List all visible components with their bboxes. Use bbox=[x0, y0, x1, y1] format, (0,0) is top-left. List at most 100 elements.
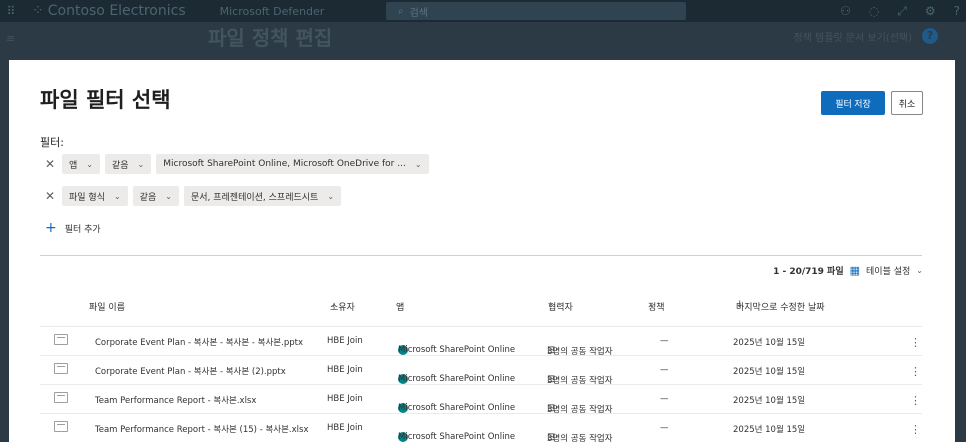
file-name: Team Performance Report - 복사본 (15) - 복사본… bbox=[95, 425, 309, 435]
owner: HBE Join bbox=[327, 365, 363, 375]
table-row[interactable]: Corporate Event Plan - 복사본 - 복사본 (2).ppt… bbox=[40, 355, 922, 386]
filter-row: ✕ 앱 ⌄ 같음 ⌄ Microsoft SharePoint Online, … bbox=[43, 154, 429, 174]
table-row[interactable]: Team Performance Report - 복사본 (15) - 복사본… bbox=[40, 413, 922, 442]
filter-operator-value: 같음 bbox=[139, 192, 157, 203]
question-icon[interactable]: ? bbox=[954, 4, 960, 18]
brand-name: Contoso Electronics bbox=[47, 3, 186, 19]
filter-value-dropdown[interactable]: Microsoft SharePoint Online, Microsoft O… bbox=[156, 154, 429, 174]
search-input[interactable]: ⌕ 검색 bbox=[386, 2, 686, 20]
add-filter-button[interactable]: + 필터 추가 bbox=[45, 220, 101, 236]
chevron-down-icon: ⌄ bbox=[648, 300, 655, 309]
filter-label: 필터: bbox=[40, 136, 64, 149]
filter-row: ✕ 파일 형식 ⌄ 같음 ⌄ 문서, 프레젠테이션, 스프레드시트 ⌄ bbox=[43, 186, 342, 206]
table-header: 파일 이름 ⌄ 소유자 ⌄ 앱 ⌄ 협력자 ⌄ 정책 ⌄ 마지막으로 수정한 날… bbox=[40, 300, 922, 314]
link-icon[interactable]: ⤢ bbox=[897, 4, 907, 19]
chevron-down-icon: ⌄ bbox=[330, 300, 337, 309]
remove-filter-icon[interactable]: ✕ bbox=[43, 189, 57, 203]
file-name: Corporate Event Plan - 복사본 - 복사본 - 복사본.p… bbox=[95, 338, 303, 348]
filter-field-value: 앱 bbox=[69, 160, 78, 171]
people-icon[interactable]: ⚇ bbox=[840, 4, 851, 18]
owner: HBE Join bbox=[327, 394, 363, 404]
table-row[interactable]: Corporate Event Plan - 복사본 - 복사본 - 복사본.p… bbox=[40, 326, 922, 357]
policy: — bbox=[660, 365, 669, 375]
settings-icon[interactable]: ⚙ bbox=[925, 4, 936, 18]
product-name: Microsoft Defender bbox=[219, 4, 325, 18]
filter-value-text: 문서, 프레젠테이션, 스프레드시트 bbox=[190, 192, 319, 203]
search-placeholder: 검색 bbox=[409, 7, 429, 19]
top-icons: ⚇ ◌ ⤢ ⚙ ? bbox=[840, 0, 960, 22]
filter-operator-value: 같음 bbox=[111, 160, 129, 171]
remove-filter-icon[interactable]: ✕ bbox=[43, 157, 57, 171]
file-icon bbox=[54, 363, 68, 374]
modified-date: 2025년 10월 15일 bbox=[733, 367, 806, 377]
table-settings-icon[interactable]: ▦ bbox=[850, 264, 860, 277]
app-name: Microsoft SharePoint Online bbox=[398, 432, 516, 442]
results-toolbar: 1 - 20/719 파일 ▦ 테이블 설정 ⌄ bbox=[773, 264, 923, 277]
table-settings-button[interactable]: 테이블 설정 bbox=[866, 264, 910, 277]
add-filter-label: 필터 추가 bbox=[64, 224, 101, 235]
file-icon bbox=[54, 392, 68, 403]
divider bbox=[40, 255, 922, 256]
file-name: Corporate Event Plan - 복사본 - 복사본 (2).ppt… bbox=[95, 367, 286, 377]
waffle-icon[interactable]: ⠿ bbox=[0, 4, 22, 18]
help-icon: ? bbox=[922, 28, 938, 44]
search-icon: ⌕ bbox=[398, 5, 404, 17]
policy: — bbox=[660, 423, 669, 433]
chevron-down-icon: ⌄ bbox=[327, 191, 335, 201]
dialog-title: 파일 필터 선택 bbox=[40, 88, 171, 112]
file-icon bbox=[54, 421, 68, 432]
app-name: Microsoft SharePoint Online bbox=[398, 374, 516, 384]
chevron-down-icon: ⌄ bbox=[414, 159, 422, 169]
app-name: Microsoft SharePoint Online bbox=[398, 345, 516, 355]
filter-operator-dropdown[interactable]: 같음 ⌄ bbox=[132, 186, 179, 206]
cancel-button[interactable]: 취소 bbox=[891, 91, 923, 115]
modified-date: 2025년 10월 15일 bbox=[733, 425, 806, 435]
filter-field-dropdown[interactable]: 앱 ⌄ bbox=[62, 154, 100, 174]
background-page-title: 파일 정책 편집 bbox=[208, 26, 333, 50]
file-filter-dialog: 파일 필터 선택 필터 저장 취소 필터: ✕ 앱 ⌄ 같음 ⌄ Microso… bbox=[9, 60, 955, 442]
collaborators-text: 3명의 공동 작업자 bbox=[547, 434, 613, 442]
plus-icon: + bbox=[45, 220, 57, 236]
table-row[interactable]: Team Performance Report - 복사본.xlsx HBE J… bbox=[40, 384, 922, 415]
more-options-icon[interactable]: ⋮ bbox=[910, 365, 921, 378]
modified-date: 2025년 10월 15일 bbox=[733, 396, 806, 406]
top-app-bar: ⠿ ⁘ Contoso Electronics Microsoft Defend… bbox=[0, 0, 966, 22]
owner: HBE Join bbox=[327, 336, 363, 346]
brand: ⁘ Contoso Electronics bbox=[32, 3, 186, 19]
hamburger-icon: ≡ bbox=[6, 32, 16, 45]
chevron-down-icon: ⌄ bbox=[113, 191, 121, 201]
overlay-right bbox=[957, 62, 966, 442]
background-help-text: 정책 템플릿 문서 보기(선택) bbox=[793, 32, 912, 44]
policy: — bbox=[660, 336, 669, 346]
chevron-down-icon: ⌄ bbox=[89, 300, 96, 309]
chevron-down-icon: ⌄ bbox=[165, 191, 172, 201]
file-name: Team Performance Report - 복사본.xlsx bbox=[95, 396, 257, 406]
chevron-down-icon[interactable]: ⌄ bbox=[916, 266, 923, 275]
brand-dots-icon: ⁘ bbox=[32, 3, 44, 19]
modified-date: 2025년 10월 15일 bbox=[733, 338, 806, 348]
chevron-down-icon: ⌄ bbox=[736, 300, 743, 309]
filter-field-dropdown[interactable]: 파일 형식 ⌄ bbox=[62, 186, 128, 206]
file-icon bbox=[54, 334, 68, 345]
help-circle-icon[interactable]: ◌ bbox=[869, 4, 879, 18]
owner: HBE Join bbox=[327, 423, 363, 433]
result-count: 1 - 20/719 파일 bbox=[773, 267, 844, 277]
filter-value-text: Microsoft SharePoint Online, Microsoft O… bbox=[163, 159, 406, 169]
save-filter-button[interactable]: 필터 저장 bbox=[821, 91, 885, 115]
more-options-icon[interactable]: ⋮ bbox=[910, 423, 921, 436]
more-options-icon[interactable]: ⋮ bbox=[910, 394, 921, 407]
background-help: 정책 템플릿 문서 보기(선택) ? bbox=[793, 28, 938, 44]
overlay-left bbox=[0, 62, 9, 442]
chevron-down-icon: ⌄ bbox=[86, 159, 93, 169]
more-options-icon[interactable]: ⋮ bbox=[910, 336, 921, 349]
filter-operator-dropdown[interactable]: 같음 ⌄ bbox=[104, 154, 152, 174]
chevron-down-icon: ⌄ bbox=[137, 159, 145, 169]
chevron-down-icon: ⌄ bbox=[396, 300, 403, 309]
column-modified-label: 마지막으로 수정한 날짜 bbox=[736, 303, 825, 313]
policy: — bbox=[660, 394, 669, 404]
filter-value-dropdown[interactable]: 문서, 프레젠테이션, 스프레드시트 ⌄ bbox=[183, 186, 342, 206]
background-page: ≡ 파일 정책 편집 정책 템플릿 문서 보기(선택) ? bbox=[0, 22, 966, 62]
app-name: Microsoft SharePoint Online bbox=[398, 403, 516, 413]
chevron-down-icon: ⌄ bbox=[548, 300, 555, 309]
filter-field-value: 파일 형식 bbox=[69, 192, 105, 203]
